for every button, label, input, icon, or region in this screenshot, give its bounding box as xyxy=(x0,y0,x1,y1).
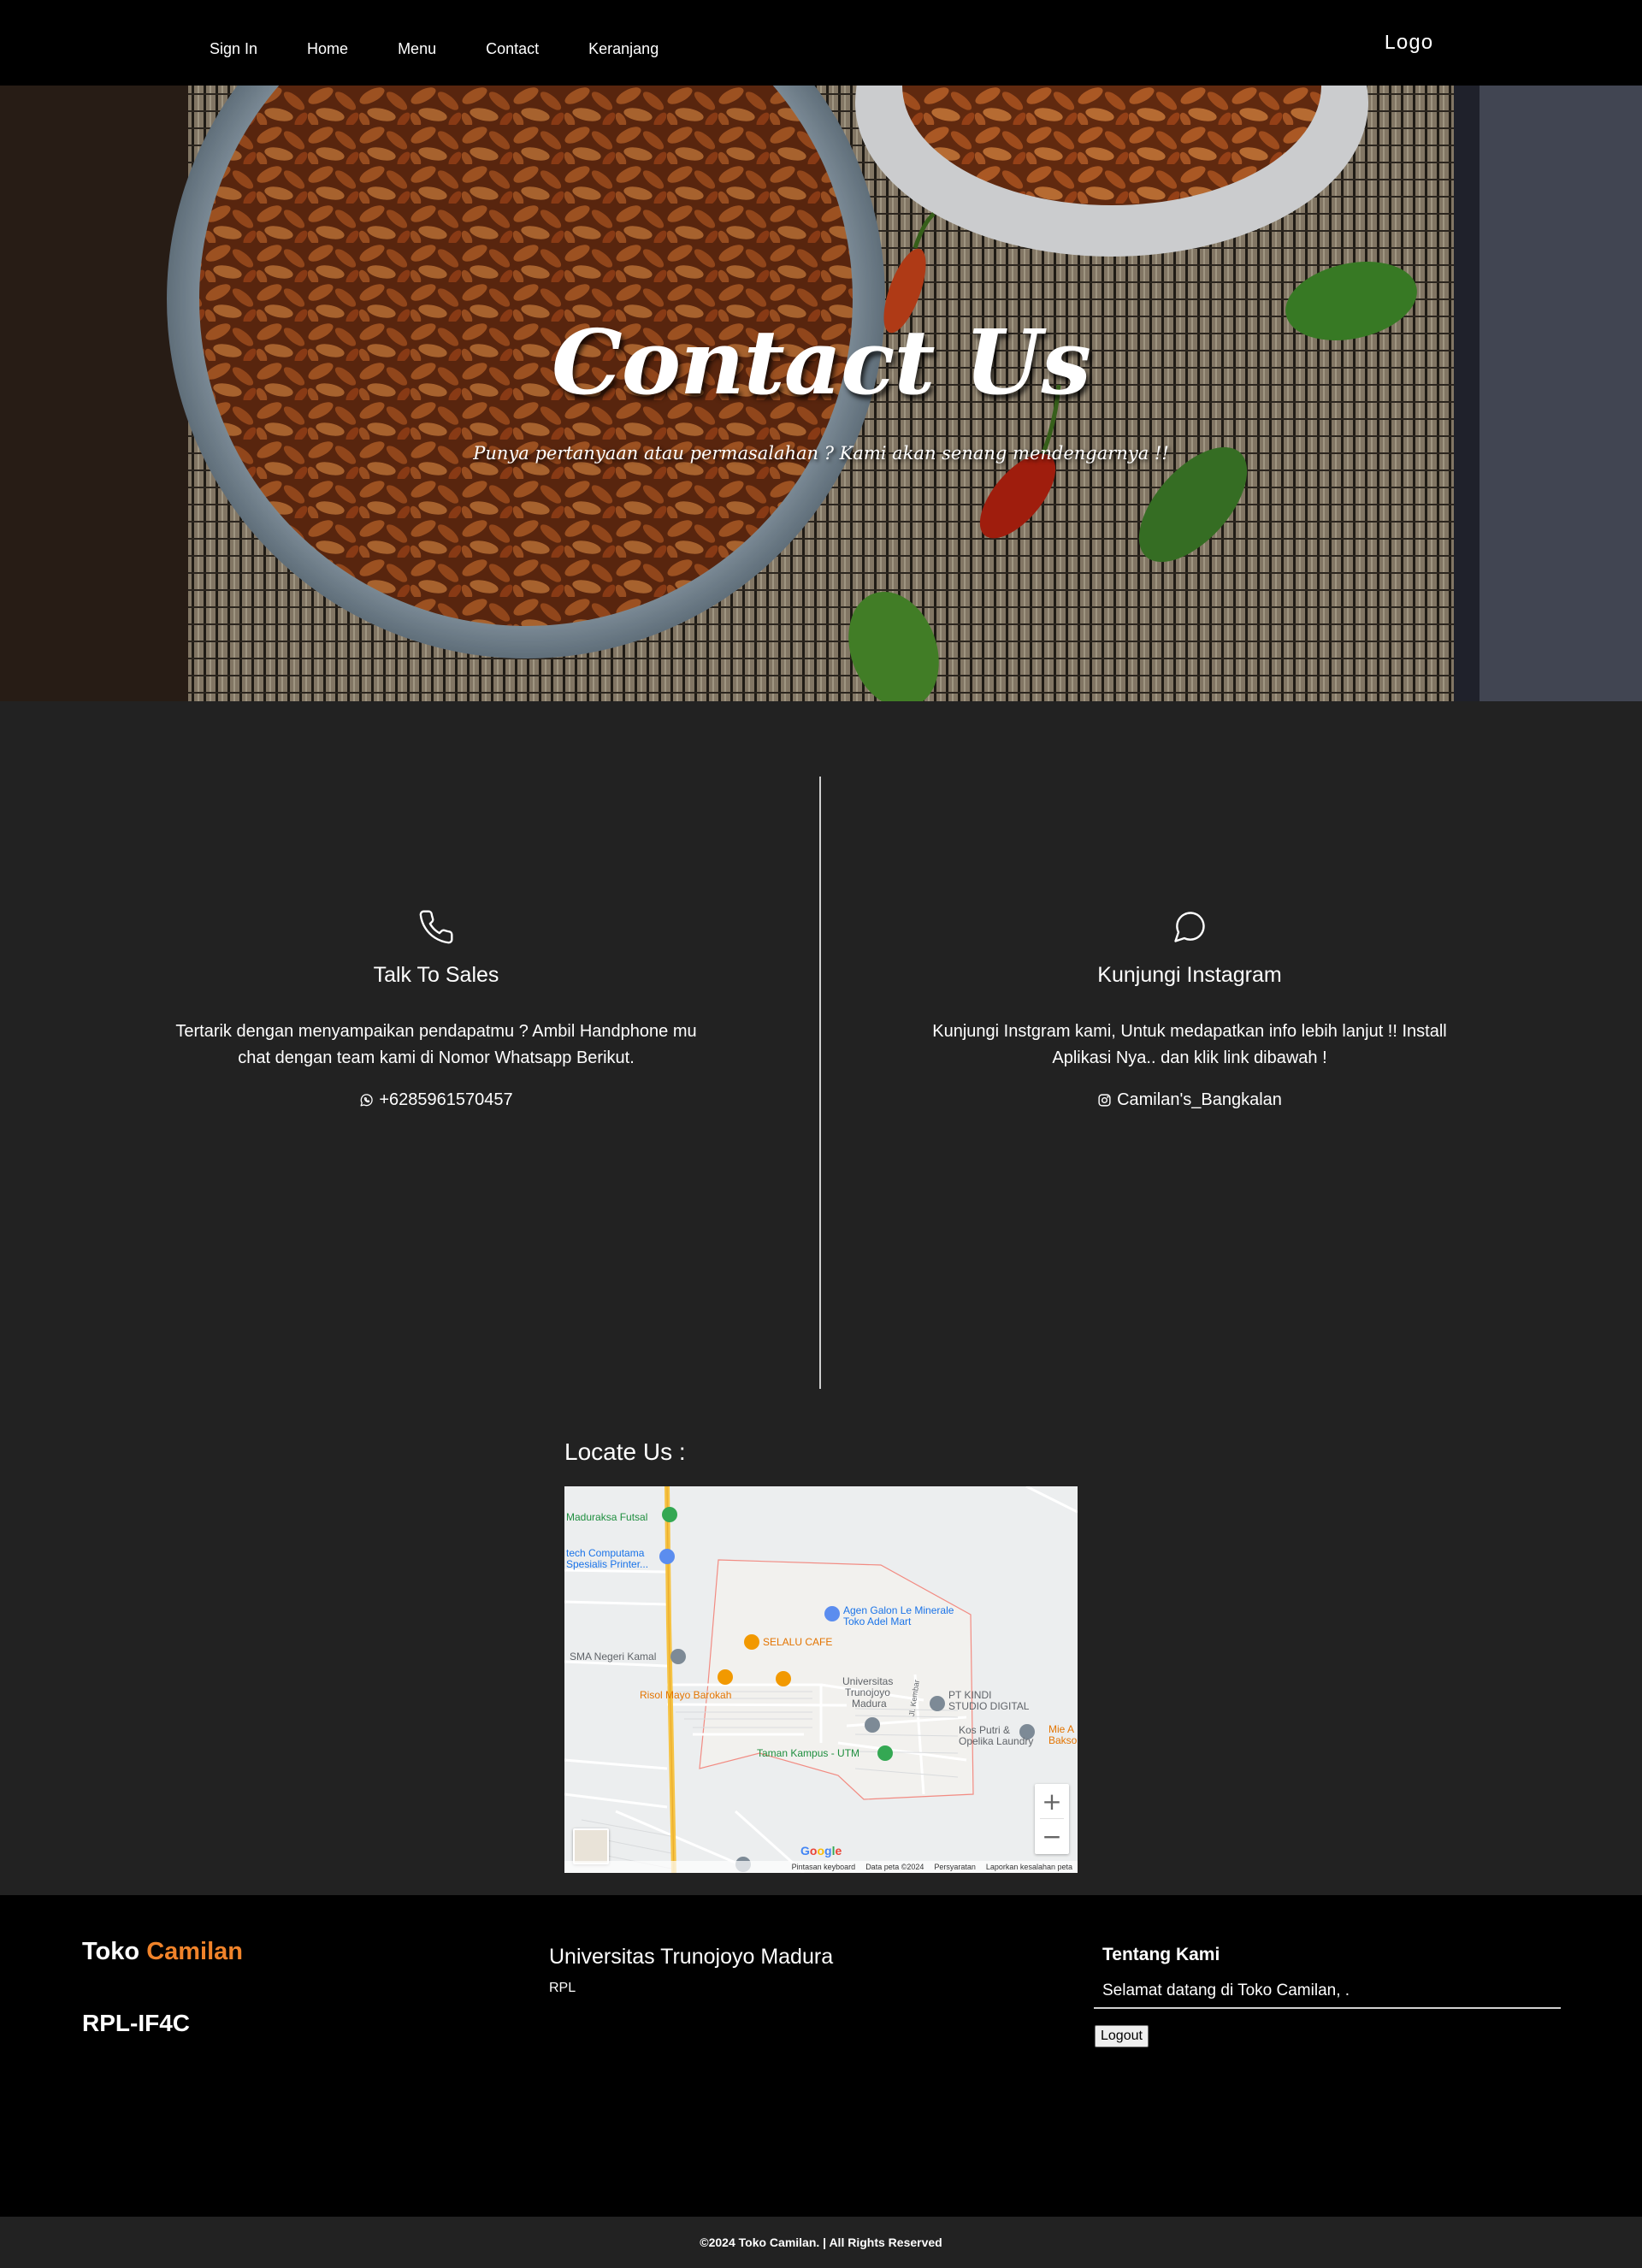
about-divider xyxy=(1094,2007,1561,2009)
instagram-icon xyxy=(1098,1094,1111,1107)
footer: Toko Camilan RPL-IF4C Universitas Trunoj… xyxy=(0,1895,1642,2217)
zoom-in-button[interactable]: + xyxy=(1035,1784,1069,1818)
nav-sign-in[interactable]: Sign In xyxy=(210,28,257,58)
map-attribution: Pintasan keyboard Data peta ©2024 Persya… xyxy=(564,1861,1078,1873)
sales-description: Tertarik dengan menyampaikan pendapatmu … xyxy=(175,1022,697,1067)
zoom-controls: + − xyxy=(1035,1784,1069,1854)
google-logo-letter: e xyxy=(835,1844,842,1858)
about-title: Tentang Kami xyxy=(1102,1945,1220,1964)
google-logo-letter: g xyxy=(824,1844,832,1858)
map-place-label[interactable]: Toko Adel Mart xyxy=(843,1616,911,1627)
map-canvas xyxy=(564,1486,1078,1873)
google-logo-letter: o xyxy=(817,1844,825,1858)
logo[interactable]: Logo xyxy=(1384,32,1433,56)
terms-link[interactable]: Persyaratan xyxy=(934,1863,976,1871)
class-code: RPL-IF4C xyxy=(82,2010,190,2036)
page-title: Contact Us xyxy=(552,310,1091,415)
about-text: Selamat datang di Toko Camilan, . xyxy=(1102,1982,1350,1999)
whatsapp-link[interactable]: +6285961570457 xyxy=(359,1090,513,1110)
navbar: Sign In Home Menu Contact Keranjang Logo xyxy=(0,0,1642,86)
report-error-link[interactable]: Laporkan kesalahan peta xyxy=(986,1863,1072,1871)
map-place-label[interactable]: Opelika Laundry xyxy=(959,1736,1033,1747)
whatsapp-icon xyxy=(360,1094,373,1107)
keyboard-shortcuts-link[interactable]: Pintasan keyboard xyxy=(792,1863,856,1871)
locate-title: Locate Us : xyxy=(564,1438,686,1465)
university-name: Universitas Trunojoyo Madura xyxy=(549,1945,834,1969)
whatsapp-number: +6285961570457 xyxy=(379,1090,513,1109)
instagram-handle: Camilan's_Bangkalan xyxy=(1117,1090,1282,1109)
map-place-label[interactable]: Spesialis Printer... xyxy=(566,1559,648,1570)
google-logo-letter: G xyxy=(800,1844,810,1858)
map-place-label[interactable]: SELALU CAFE xyxy=(763,1637,832,1648)
zoom-out-button[interactable]: − xyxy=(1035,1819,1069,1853)
contact-section: Talk To Sales Tertarik dengan menyampaik… xyxy=(0,701,1642,1895)
brand-accent: Camilan xyxy=(146,1938,244,1965)
map-place-label[interactable]: Taman Kampus - UTM xyxy=(757,1748,859,1759)
nav-links: Sign In Home Menu Contact Keranjang xyxy=(0,0,708,86)
page-subtitle: Punya pertanyaan atau permasalahan ? Kam… xyxy=(473,443,1169,464)
copyright-bar: ©2024 Toko Camilan. | All Rights Reserve… xyxy=(0,2217,1642,2268)
instagram-card: Kunjungi Instagram Kunjungi Instgram kam… xyxy=(899,908,1480,1112)
google-map[interactable]: Maduraksa Futsal tech Computama Spesiali… xyxy=(564,1486,1078,1873)
google-logo: Google xyxy=(800,1844,842,1858)
phone-icon xyxy=(419,910,453,944)
nav-contact[interactable]: Contact xyxy=(486,28,539,58)
nav-home[interactable]: Home xyxy=(307,28,348,58)
department-name: RPL xyxy=(549,1981,576,1995)
instagram-heading: Kunjungi Instagram xyxy=(1097,963,1282,987)
map-data-text: Data peta ©2024 xyxy=(865,1863,924,1871)
map-place-label[interactable]: Risol Mayo Barokah xyxy=(640,1690,731,1701)
map-place-label[interactable]: Bakso xyxy=(1048,1735,1077,1746)
nav-keranjang[interactable]: Keranjang xyxy=(588,28,659,58)
brand-prefix: Toko xyxy=(82,1938,140,1965)
map-place-label[interactable]: STUDIO DIGITAL xyxy=(948,1701,1029,1712)
section-divider xyxy=(819,777,821,1389)
instagram-description: Kunjungi Instgram kami, Untuk medapatkan… xyxy=(932,1022,1447,1067)
nav-menu[interactable]: Menu xyxy=(398,28,436,58)
logout-button[interactable]: Logout xyxy=(1095,2025,1149,2047)
hero-banner: Contact Us Punya pertanyaan atau permasa… xyxy=(0,86,1642,701)
map-place-label[interactable]: SMA Negeri Kamal xyxy=(570,1651,656,1663)
chat-bubble-icon xyxy=(1174,912,1205,942)
copyright-text: ©2024 Toko Camilan. | All Rights Reserve… xyxy=(700,2236,942,2249)
sales-heading: Talk To Sales xyxy=(373,963,499,987)
map-place-label[interactable]: Madura xyxy=(852,1698,887,1710)
map-layer-toggle[interactable] xyxy=(573,1828,609,1864)
talk-to-sales-card: Talk To Sales Tertarik dengan menyampaik… xyxy=(145,908,727,1112)
footer-brand: Toko Camilan xyxy=(82,1938,243,1966)
instagram-link[interactable]: Camilan's_Bangkalan xyxy=(1097,1090,1282,1110)
map-place-label[interactable]: Maduraksa Futsal xyxy=(566,1512,647,1523)
